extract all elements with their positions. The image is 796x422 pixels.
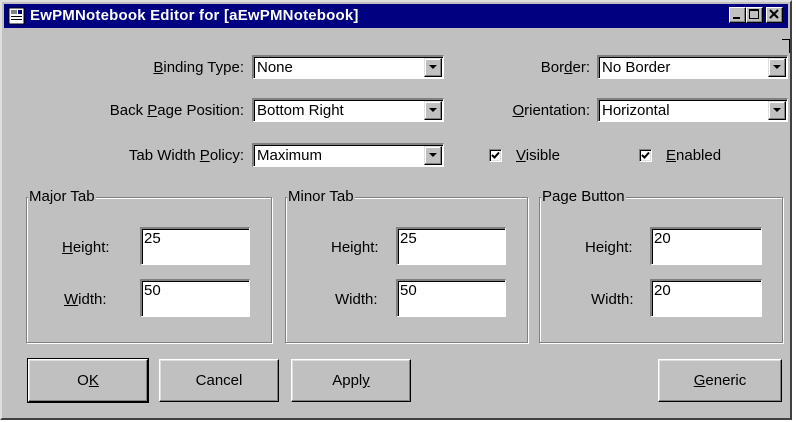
close-icon xyxy=(769,9,779,19)
page-height-label: Height: xyxy=(585,239,633,256)
tab-width-policy-label: Tab Width Policy: xyxy=(128,147,244,164)
major-tab-group-title: Major Tab xyxy=(28,188,96,205)
page-button-group-title: Page Button xyxy=(541,188,626,205)
enabled-label[interactable]: Enabled xyxy=(666,147,721,165)
page-width-label: Width: xyxy=(591,291,634,308)
cancel-button[interactable]: Cancel xyxy=(159,359,279,402)
dropdown-button[interactable] xyxy=(424,58,442,77)
chevron-down-icon xyxy=(773,108,781,112)
tab-width-policy-value: Maximum xyxy=(257,147,323,164)
chevron-down-icon xyxy=(429,108,437,112)
dropdown-button[interactable] xyxy=(768,101,786,120)
checkmark-icon xyxy=(491,151,500,159)
page-button-group xyxy=(539,197,783,343)
minor-height-input[interactable]: 25 xyxy=(396,227,506,265)
checkmark-icon xyxy=(641,151,650,159)
chevron-down-icon xyxy=(773,65,781,69)
window-title: EwPMNotebook Editor for [aEwPMNotebook] xyxy=(30,7,359,24)
generic-button[interactable]: Generic xyxy=(658,359,782,402)
minimize-button[interactable] xyxy=(729,7,746,23)
border-combo[interactable]: No Border xyxy=(597,55,788,79)
chevron-down-icon xyxy=(429,65,437,69)
minimize-icon xyxy=(733,17,740,19)
dropdown-button[interactable] xyxy=(424,146,442,165)
back-page-position-value: Bottom Right xyxy=(257,102,344,119)
minor-height-label: Height: xyxy=(331,239,379,256)
notebook-app-icon xyxy=(8,7,26,29)
apply-button[interactable]: Apply xyxy=(291,359,411,402)
tab-width-policy-combo[interactable]: Maximum xyxy=(252,143,444,167)
title-bar[interactable]: EwPMNotebook Editor for [aEwPMNotebook] xyxy=(4,4,788,28)
border-value: No Border xyxy=(602,59,671,76)
visible-label[interactable]: Visible xyxy=(516,147,560,165)
chevron-down-icon xyxy=(429,153,437,157)
minor-width-input[interactable]: 50 xyxy=(396,279,506,317)
maximize-icon xyxy=(749,9,759,19)
major-width-input[interactable]: 50 xyxy=(140,279,250,317)
page-height-input[interactable]: 20 xyxy=(650,227,762,265)
major-width-label: Width: xyxy=(64,291,107,308)
maximize-button[interactable] xyxy=(746,7,763,23)
orientation-label: Orientation: xyxy=(512,102,590,119)
binding-type-combo[interactable]: None xyxy=(252,55,444,79)
editor-window: EwPMNotebook Editor for [aEwPMNotebook] … xyxy=(0,0,792,420)
page-width-input[interactable]: 20 xyxy=(650,279,762,317)
binding-type-label: Binding Type: xyxy=(153,59,244,76)
enabled-checkbox[interactable] xyxy=(639,149,652,162)
ok-button[interactable]: OK xyxy=(27,358,149,403)
minor-width-label: Width: xyxy=(335,291,378,308)
back-page-position-combo[interactable]: Bottom Right xyxy=(252,98,444,122)
close-button[interactable] xyxy=(766,7,783,23)
dropdown-button[interactable] xyxy=(424,101,442,120)
visible-checkbox[interactable] xyxy=(489,149,502,162)
major-height-input[interactable]: 25 xyxy=(140,227,250,265)
major-tab-group xyxy=(26,197,272,343)
orientation-combo[interactable]: Horizontal xyxy=(597,98,788,122)
minor-tab-group-title: Minor Tab xyxy=(287,188,355,205)
resize-grip xyxy=(782,39,790,53)
orientation-value: Horizontal xyxy=(602,102,670,119)
dropdown-button[interactable] xyxy=(768,58,786,77)
major-height-label: Height: xyxy=(62,239,110,256)
minor-tab-group xyxy=(285,197,528,343)
back-page-position-label: Back Page Position: xyxy=(109,102,244,119)
binding-type-value: None xyxy=(257,59,293,76)
border-label: Border: xyxy=(540,59,590,76)
